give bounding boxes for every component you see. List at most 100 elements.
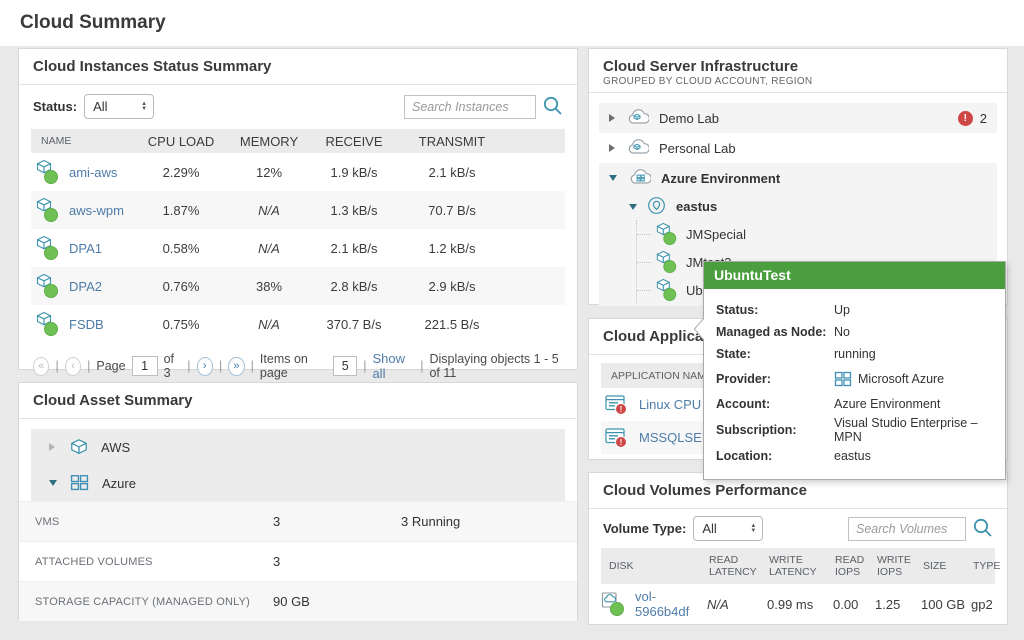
search-instances-input[interactable] — [404, 95, 536, 119]
collapse-icon[interactable] — [49, 480, 57, 486]
instance-link[interactable]: aws-wpm — [69, 203, 124, 218]
cloud-instance-icon — [35, 235, 61, 261]
items-per-page-input[interactable] — [333, 356, 357, 376]
prev-page-icon[interactable]: ‹ — [65, 357, 81, 376]
page-label: Page — [96, 359, 125, 373]
page-title: Cloud Summary — [20, 12, 166, 34]
page-of-label: of 3 — [164, 352, 182, 380]
tooltip-field: Status: Up — [716, 299, 993, 321]
panel-title: Cloud Asset Summary — [33, 392, 193, 409]
status-select[interactable]: All ▲▼ — [84, 94, 154, 119]
tooltip-field: Location: eastus — [716, 445, 993, 467]
cloud-account-icon — [625, 108, 649, 128]
aws-icon — [69, 438, 89, 456]
cloud-instance-icon — [35, 159, 61, 185]
tree-item-personal-lab[interactable]: Personal Lab — [599, 133, 997, 163]
status-up-dot — [44, 208, 58, 222]
status-up-dot — [663, 288, 676, 301]
tooltip-field: Subscription: Visual Studio Enterprise –… — [716, 415, 993, 445]
pagination: « | ‹ | Page of 3 | › | » | Items on pag… — [33, 351, 565, 381]
tooltip-field: State: running — [716, 343, 993, 365]
cloud-asset-panel: Cloud Asset Summary AWS Azure VMS 3 3 Ru… — [18, 382, 578, 620]
tree-item-demo-lab[interactable]: Demo Lab ! 2 — [599, 103, 997, 133]
region-pin-icon — [647, 196, 666, 218]
panel-title: Cloud Volumes Performance — [603, 482, 807, 499]
tooltip-field: Provider: Microsoft Azure — [716, 365, 993, 393]
status-up-dot — [44, 284, 58, 298]
instance-link[interactable]: DPA1 — [69, 241, 102, 256]
tree-item-aws[interactable]: AWS — [31, 429, 565, 465]
table-row: DPA1 0.58% N/A 2.1 kB/s 1.2 kB/s — [31, 229, 565, 267]
search-volumes-input[interactable] — [848, 517, 966, 541]
panel-title: Cloud Instances Status Summary — [33, 58, 271, 75]
instances-table-header: NAME CPU LOAD MEMORY RECEIVE TRANSMIT — [31, 129, 565, 153]
cloud-volume-icon — [601, 591, 627, 617]
panel-subtitle: GROUPED BY CLOUD ACCOUNT, REGION — [603, 76, 993, 87]
volume-type-label: Volume Type: — [603, 521, 686, 536]
collapse-icon[interactable] — [609, 175, 617, 181]
alert-badge-icon[interactable]: ! — [958, 111, 973, 126]
vm-icon — [655, 278, 679, 302]
cloud-instance-icon — [35, 273, 61, 299]
table-row: FSDB 0.75% N/A 370.7 B/s 221.5 B/s — [31, 305, 565, 343]
last-page-icon[interactable]: » — [228, 357, 244, 376]
table-row: aws-wpm 1.87% N/A 1.3 kB/s 70.7 B/s — [31, 191, 565, 229]
table-row: ami-aws 2.29% 12% 1.9 kB/s 2.1 kB/s — [31, 153, 565, 191]
expand-icon[interactable] — [609, 144, 615, 152]
search-icon[interactable] — [971, 517, 995, 541]
status-filter-label: Status: — [33, 99, 77, 114]
tree-item-azure-environment[interactable]: Azure Environment — [599, 163, 997, 193]
table-row: DPA2 0.76% 38% 2.8 kB/s 2.9 kB/s — [31, 267, 565, 305]
top-bar: Cloud Summary — [0, 0, 1024, 46]
asset-row: VMS 3 3 Running — [19, 501, 577, 541]
select-stepper-icon: ▲▼ — [141, 102, 147, 112]
status-up-dot — [44, 170, 58, 184]
tooltip-field: Managed as Node: No — [716, 321, 993, 343]
next-page-icon[interactable]: › — [197, 357, 213, 376]
vm-icon — [655, 250, 679, 274]
first-page-icon[interactable]: « — [33, 357, 49, 376]
status-up-dot — [663, 232, 676, 245]
vm-icon — [655, 222, 679, 246]
alert-count: 2 — [980, 111, 987, 126]
cloud-account-icon — [625, 138, 649, 158]
expand-icon[interactable] — [609, 114, 615, 122]
volume-type-select[interactable]: All ▲▼ — [693, 516, 763, 541]
cloud-instance-icon — [35, 197, 61, 223]
vm-tooltip: UbuntuTest Status: Up Managed as Node: N… — [703, 261, 1006, 480]
displaying-objects-text: Displaying objects 1 - 5 of 11 — [429, 352, 565, 380]
tree-item-vm[interactable]: JMSpecial — [637, 220, 997, 248]
asset-row: ATTACHED VOLUMES 3 — [19, 541, 577, 581]
status-up-dot — [663, 260, 676, 273]
expand-icon[interactable] — [49, 443, 55, 451]
items-on-page-label: Items on page — [260, 352, 327, 380]
search-icon[interactable] — [541, 95, 565, 119]
instance-link[interactable]: FSDB — [69, 317, 104, 332]
status-up-dot — [610, 602, 624, 616]
tree-item-eastus[interactable]: eastus — [599, 193, 997, 220]
show-all-link[interactable]: Show all — [372, 351, 414, 381]
status-up-dot — [44, 246, 58, 260]
cloud-instances-panel: Cloud Instances Status Summary Status: A… — [18, 48, 578, 370]
select-stepper-icon: ▲▼ — [750, 524, 756, 534]
tree-item-azure[interactable]: Azure — [31, 465, 565, 501]
volume-link[interactable]: vol-5966b4df — [635, 589, 707, 619]
page-number-input[interactable] — [132, 356, 158, 376]
azure-cloud-icon — [627, 168, 651, 188]
tooltip-title: UbuntuTest — [704, 262, 1005, 289]
status-up-dot — [44, 322, 58, 336]
collapse-icon[interactable] — [629, 204, 637, 210]
error-badge-icon: ! — [615, 436, 627, 448]
panel-title: Cloud Server Infrastructure — [603, 58, 993, 75]
azure-provider-icon — [834, 371, 852, 387]
cloud-instance-icon — [35, 311, 61, 337]
asset-row: STORAGE CAPACITY (MANAGED ONLY) 90 GB — [19, 581, 577, 621]
tooltip-field: Account: Azure Environment — [716, 393, 993, 415]
instance-link[interactable]: ami-aws — [69, 165, 117, 180]
volumes-table-header: DISK READ LATENCY WRITE LATENCY READ IOP… — [601, 548, 995, 584]
application-icon: ! — [605, 395, 631, 415]
instance-link[interactable]: DPA2 — [69, 279, 102, 294]
azure-icon — [70, 474, 90, 492]
table-row: vol-5966b4df N/A 0.99 ms 0.00 1.25 100 G… — [601, 584, 995, 624]
error-badge-icon: ! — [615, 403, 627, 415]
